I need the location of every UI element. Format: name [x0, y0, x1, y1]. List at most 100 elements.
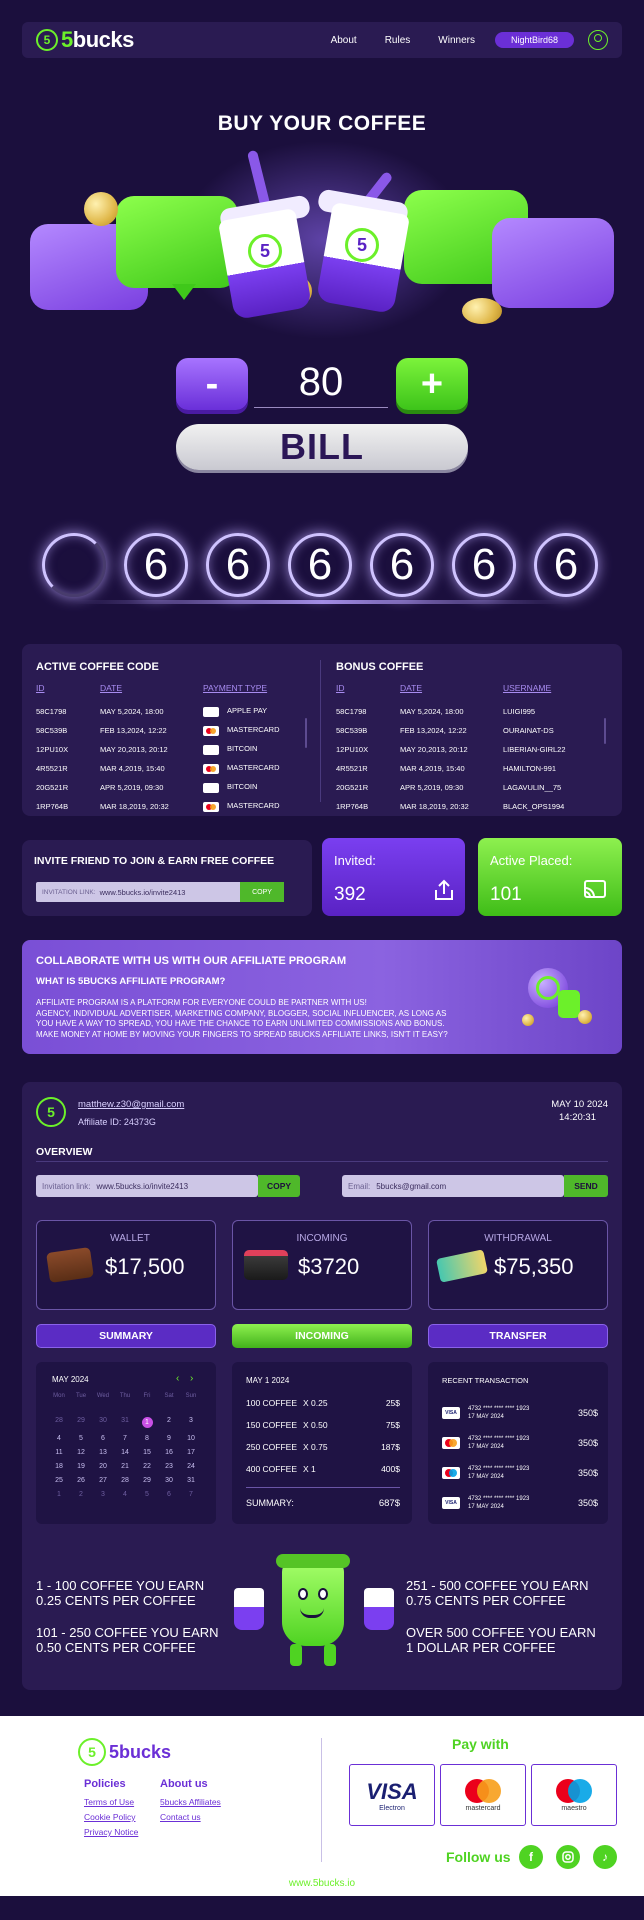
send-button[interactable]: SEND — [564, 1175, 608, 1197]
calendar-day[interactable]: 20 — [92, 1463, 114, 1470]
calendar-day[interactable]: 1 — [48, 1491, 70, 1498]
calendar-day[interactable]: 6 — [158, 1491, 180, 1498]
transaction-info: 4732 **** **** **** 1923 17 MAY 2024 — [468, 1405, 578, 1421]
bill-button[interactable]: BILL — [176, 424, 468, 470]
email-field[interactable]: Email: 5bucks@gmail.com — [342, 1175, 564, 1197]
instagram-icon[interactable] — [556, 1845, 580, 1869]
privacy-notice-link[interactable]: Privacy Notice — [84, 1827, 138, 1837]
calendar-day[interactable]: 4 — [48, 1435, 70, 1442]
contact-link[interactable]: Contact us — [160, 1812, 201, 1822]
maestro-icon — [554, 1778, 594, 1803]
transaction-row[interactable]: VISA 4732 **** **** **** 1923 17 MAY 2024 3… — [442, 1488, 598, 1518]
invitation-link-field[interactable]: Invitation link: www.5bucks.io/invite2413 — [36, 1175, 258, 1197]
calendar-day-selected[interactable]: 1 — [141, 1417, 153, 1428]
calendar-day[interactable]: 10 — [180, 1435, 202, 1442]
calendar-days: 28 29 30 31 1 2 3 4 5 6 7 8 9 10 11 12 13 14 15 16 17 18 19 20 2… — [48, 1417, 202, 1498]
cell-id: 4R5521R — [36, 764, 68, 773]
transaction-amount: 350$ — [577, 1468, 598, 1478]
calendar-day[interactable]: 2 — [70, 1491, 92, 1498]
digits-underline — [74, 600, 570, 604]
active-codes-title: ACTIVE COFFEE CODE — [36, 661, 159, 673]
visa-card[interactable]: VISA Electron — [349, 1764, 435, 1826]
footer-logo[interactable]: 5 5bucks — [78, 1738, 171, 1766]
chevron-right-icon[interactable]: › — [190, 1373, 193, 1384]
footer-url[interactable]: www.5bucks.io — [0, 1878, 644, 1889]
calendar-day[interactable]: 19 — [70, 1463, 92, 1470]
calendar-day[interactable]: 30 — [158, 1477, 180, 1484]
maestro-card[interactable]: maestro — [531, 1764, 617, 1826]
affiliates-link[interactable]: 5bucks Affiliates — [160, 1797, 221, 1807]
top-nav: 5 5bucks About Rules Winners NightBird68 — [22, 22, 622, 58]
calendar-day[interactable]: 26 — [70, 1477, 92, 1484]
invite-link-field[interactable]: INVITATION LINK: www.5bucks.io/invite241… — [36, 882, 274, 902]
cast-icon[interactable] — [582, 878, 608, 902]
calendar-day[interactable]: 11 — [48, 1449, 70, 1456]
payment-label: MASTERCARD — [227, 725, 280, 735]
calendar-day[interactable]: 16 — [158, 1449, 180, 1456]
mastercard-icon — [463, 1778, 503, 1803]
calendar-day[interactable]: 28 — [48, 1417, 70, 1428]
quantity-value[interactable]: 80 — [254, 358, 388, 408]
calendar-day[interactable]: 31 — [180, 1477, 202, 1484]
scrollbar[interactable] — [305, 718, 307, 748]
transaction-row[interactable]: 4732 **** **** **** 1923 17 MAY 2024 350$ — [442, 1458, 598, 1488]
transaction-row[interactable]: 4732 **** **** **** 1923 17 MAY 2024 350$ — [442, 1428, 598, 1458]
calendar-day[interactable]: 17 — [180, 1449, 202, 1456]
avatar[interactable]: 5 — [36, 1097, 66, 1127]
calendar-day[interactable]: 18 — [48, 1463, 70, 1470]
calendar-day[interactable]: 21 — [114, 1463, 136, 1470]
nav-link-about[interactable]: About — [331, 35, 357, 46]
copy-button[interactable]: COPY — [258, 1175, 300, 1197]
calendar-day[interactable]: 12 — [70, 1449, 92, 1456]
tab-summary[interactable]: SUMMARY — [36, 1324, 216, 1348]
user-email[interactable]: matthew.z30@gmail.com — [78, 1099, 184, 1110]
chevron-left-icon[interactable]: ‹ — [176, 1373, 179, 1384]
calendar-day[interactable]: 9 — [158, 1435, 180, 1442]
calendar-day[interactable]: 31 — [114, 1417, 136, 1428]
calendar-day[interactable]: 6 — [92, 1435, 114, 1442]
terms-link[interactable]: Terms of Use — [84, 1797, 134, 1807]
calendar-day[interactable]: 7 — [114, 1435, 136, 1442]
calendar-day[interactable]: 22 — [136, 1463, 158, 1470]
calendar-day[interactable]: 5 — [136, 1491, 158, 1498]
facebook-icon[interactable]: f — [519, 1845, 543, 1869]
calendar-day[interactable]: 24 — [180, 1463, 202, 1470]
username-badge[interactable]: NightBird68 — [494, 32, 574, 48]
cell-date: APR 5,2019, 09:30 — [400, 783, 464, 792]
calendar-day[interactable]: 15 — [136, 1449, 158, 1456]
tiktok-icon[interactable]: ♪ — [593, 1845, 617, 1869]
scrollbar[interactable] — [604, 718, 606, 744]
nav-link-winners[interactable]: Winners — [438, 35, 475, 46]
tab-incoming[interactable]: INCOMING — [232, 1324, 412, 1348]
calendar-day[interactable]: 1 — [136, 1417, 158, 1428]
logo[interactable]: 5 5bucks — [36, 27, 134, 53]
mastercard-card[interactable]: mastercard — [440, 1764, 526, 1826]
calendar-day[interactable]: 4 — [114, 1491, 136, 1498]
calendar-day[interactable]: 8 — [136, 1435, 158, 1442]
active-placed-label: Active Placed: — [490, 853, 573, 868]
calendar-day[interactable]: 28 — [114, 1477, 136, 1484]
calendar-day[interactable]: 29 — [136, 1477, 158, 1484]
calendar-day[interactable]: 27 — [92, 1477, 114, 1484]
user-profile-icon[interactable] — [588, 30, 608, 50]
calendar-day[interactable]: 2 — [158, 1417, 180, 1428]
calendar-day[interactable]: 29 — [70, 1417, 92, 1428]
cookie-policy-link[interactable]: Cookie Policy — [84, 1812, 136, 1822]
increase-button[interactable]: + — [396, 358, 468, 410]
transaction-row[interactable]: VISA 4732 **** **** **** 1923 17 MAY 2024 3… — [442, 1398, 598, 1428]
calendar-day[interactable]: 3 — [180, 1417, 202, 1428]
calendar-day[interactable]: 23 — [158, 1463, 180, 1470]
calendar-day[interactable]: 7 — [180, 1491, 202, 1498]
share-icon[interactable] — [432, 878, 456, 902]
copy-invite-button[interactable]: COPY — [240, 882, 284, 902]
nav-link-rules[interactable]: Rules — [385, 35, 411, 46]
calendar-day[interactable]: 13 — [92, 1449, 114, 1456]
calendar-day[interactable]: 14 — [114, 1449, 136, 1456]
overview-divider — [36, 1161, 608, 1162]
calendar-day[interactable]: 30 — [92, 1417, 114, 1428]
decrease-button[interactable]: - — [176, 358, 248, 410]
calendar-day[interactable]: 5 — [70, 1435, 92, 1442]
calendar-day[interactable]: 3 — [92, 1491, 114, 1498]
calendar-day[interactable]: 25 — [48, 1477, 70, 1484]
tab-transfer[interactable]: TRANSFER — [428, 1324, 608, 1348]
